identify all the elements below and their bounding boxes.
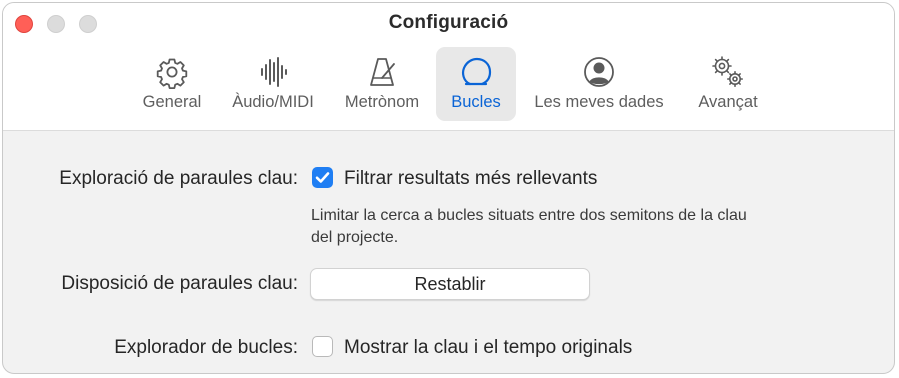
gear-icon xyxy=(156,58,188,89)
tab-general[interactable]: General xyxy=(131,47,213,121)
tab-audio-midi[interactable]: Àudio/MIDI xyxy=(218,47,328,121)
keyword-browsing-label: Exploració de paraules clau: xyxy=(59,168,298,189)
toolbar: Configuració General Àudio/MIDI Metrònom… xyxy=(3,3,894,131)
tab-metronome[interactable]: Metrònom xyxy=(333,47,431,121)
person-circle-icon xyxy=(584,57,614,87)
tab-audio-midi-label: Àudio/MIDI xyxy=(232,93,314,111)
window-title: Configuració xyxy=(388,12,509,33)
tab-my-info-label: Les meves dades xyxy=(534,93,664,111)
reset-button[interactable]: Restablir xyxy=(310,268,590,300)
filter-results-help-line2: del projecte. xyxy=(311,229,399,246)
filter-results-checkbox[interactable] xyxy=(312,167,333,188)
show-original-key-tempo-checkbox[interactable] xyxy=(312,336,333,357)
checkmark-icon xyxy=(315,172,330,183)
tab-loops[interactable]: Bucles xyxy=(436,47,516,121)
loop-icon xyxy=(462,57,492,86)
show-original-key-tempo-label[interactable]: Mostrar la clau i el tempo originals xyxy=(344,337,632,359)
tab-advanced[interactable]: Avançat xyxy=(685,47,771,121)
gears-icon xyxy=(712,56,744,88)
loop-browser-label: Explorador de bucles: xyxy=(114,337,298,358)
tab-advanced-label: Avançat xyxy=(698,93,758,111)
settings-pane: Exploració de paraules clau: Filtrar res… xyxy=(3,131,894,373)
tab-my-info[interactable]: Les meves dades xyxy=(521,47,677,121)
tab-metronome-label: Metrònom xyxy=(344,93,420,111)
keyword-layout-label: Disposició de paraules clau: xyxy=(61,273,298,294)
settings-window: Configuració General Àudio/MIDI Metrònom… xyxy=(2,2,895,374)
filter-results-help-line1: Limitar la cerca a bucles situats entre … xyxy=(311,207,747,224)
metronome-icon xyxy=(370,58,395,86)
tab-loops-label: Bucles xyxy=(451,93,501,111)
tab-general-label: General xyxy=(142,93,202,111)
filter-results-label[interactable]: Filtrar resultats més rellevants xyxy=(344,168,597,190)
waveform-icon xyxy=(261,57,287,87)
